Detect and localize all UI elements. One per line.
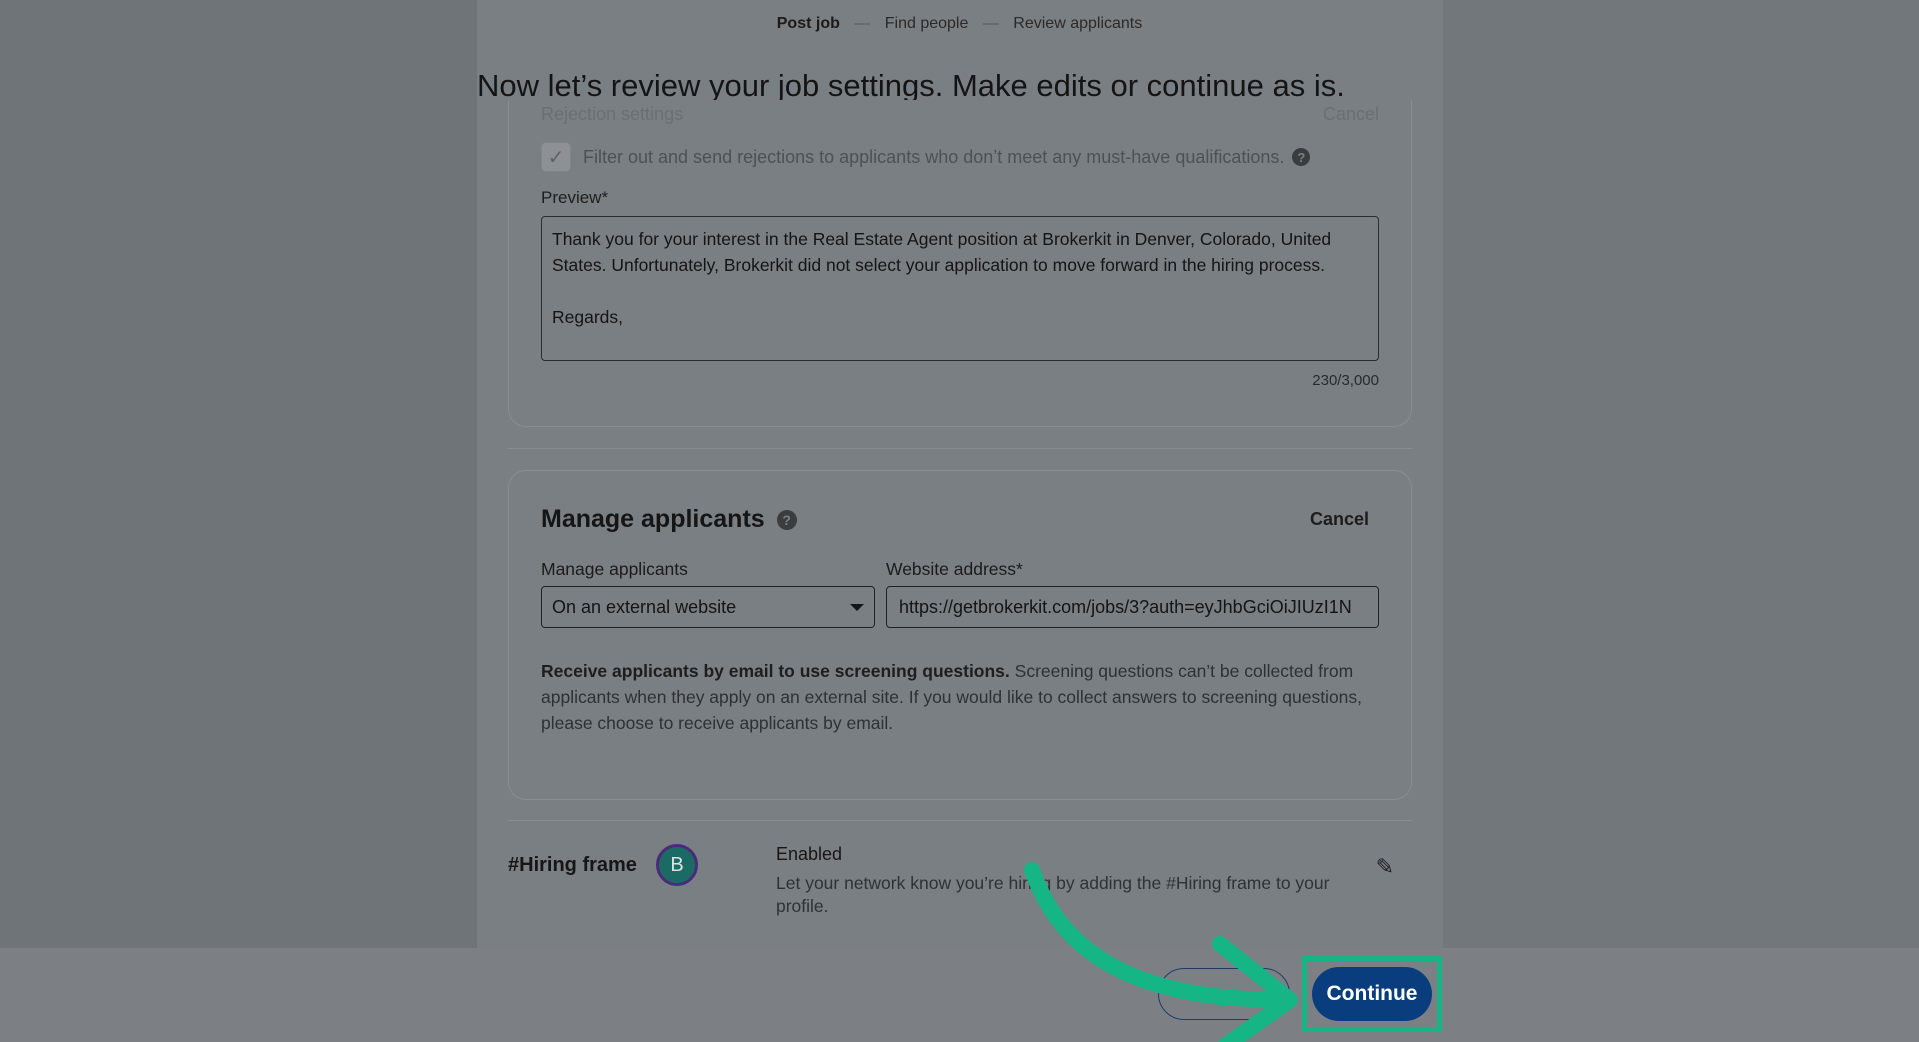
hiring-frame-status: Enabled (776, 844, 843, 864)
overlay-right (1443, 0, 1919, 948)
step-post-job: Post job (776, 15, 840, 32)
rejection-filter-row: ✓ Filter out and send rejections to appl… (541, 142, 1311, 172)
avatar-letter: B (670, 853, 684, 876)
manage-applicants-heading: Manage applicants ? (541, 505, 797, 534)
manage-applicants-value: On an external website (552, 596, 737, 617)
continue-highlight-box (1302, 956, 1442, 1032)
screening-questions-note: Receive applicants by email to use scree… (541, 658, 1391, 736)
rejection-cancel-button[interactable]: Cancel (1323, 104, 1379, 125)
step-review-applicants: Review applicants (1013, 15, 1143, 32)
avatar: B (656, 844, 698, 886)
help-icon[interactable]: ? (1292, 148, 1311, 166)
manage-applicants-select[interactable]: On an external website (541, 586, 875, 628)
screening-note-bold: Receive applicants by email to use scree… (541, 661, 1010, 681)
step-separator: — (982, 15, 999, 32)
website-address-input[interactable]: https://getbrokerkit.com/jobs/3?auth=eyJ… (886, 586, 1379, 628)
section-divider (508, 448, 1412, 449)
preview-text-regards: Regards, (552, 307, 624, 327)
rejection-filter-checkbox[interactable]: ✓ (541, 142, 571, 172)
section-divider (508, 820, 1412, 821)
manage-applicants-label: Manage applicants (541, 559, 688, 579)
website-address-value: https://getbrokerkit.com/jobs/3?auth=eyJ… (899, 596, 1352, 617)
pencil-icon[interactable]: ✎ (1376, 854, 1394, 880)
rejection-settings-card: Rejection settings Cancel ✓ Filter out a… (508, 100, 1412, 427)
rejection-filter-label: Filter out and send rejections to applic… (583, 146, 1285, 167)
step-find-people: Find people (884, 15, 969, 32)
preview-label: Preview* (541, 188, 609, 207)
annotation-arrow-icon (1024, 862, 1298, 1042)
step-separator: — (854, 15, 871, 32)
manage-applicants-card: Manage applicants ? Cancel Manage applic… (508, 470, 1412, 800)
hiring-frame-title: #Hiring frame (508, 854, 637, 876)
check-icon: ✓ (547, 146, 565, 169)
preview-textarea[interactable]: Thank you for your interest in the Real … (541, 216, 1379, 361)
help-icon[interactable]: ? (776, 509, 797, 530)
footer-bar (0, 948, 1919, 1042)
manage-applicants-title: Manage applicants (541, 505, 765, 533)
chevron-down-icon (850, 603, 864, 611)
rejection-settings-title: Rejection settings (541, 104, 684, 124)
preview-text-body: Thank you for your interest in the Real … (552, 229, 1332, 275)
manage-cancel-button[interactable]: Cancel (1310, 509, 1369, 530)
page-title: Now let’s review your job settings. Make… (477, 68, 1345, 103)
website-address-label: Website address* (886, 559, 1023, 579)
character-counter: 230/3,000 (1312, 372, 1379, 389)
progress-stepper: Post job — Find people — Review applican… (0, 15, 1919, 33)
overlay-left (0, 0, 477, 948)
